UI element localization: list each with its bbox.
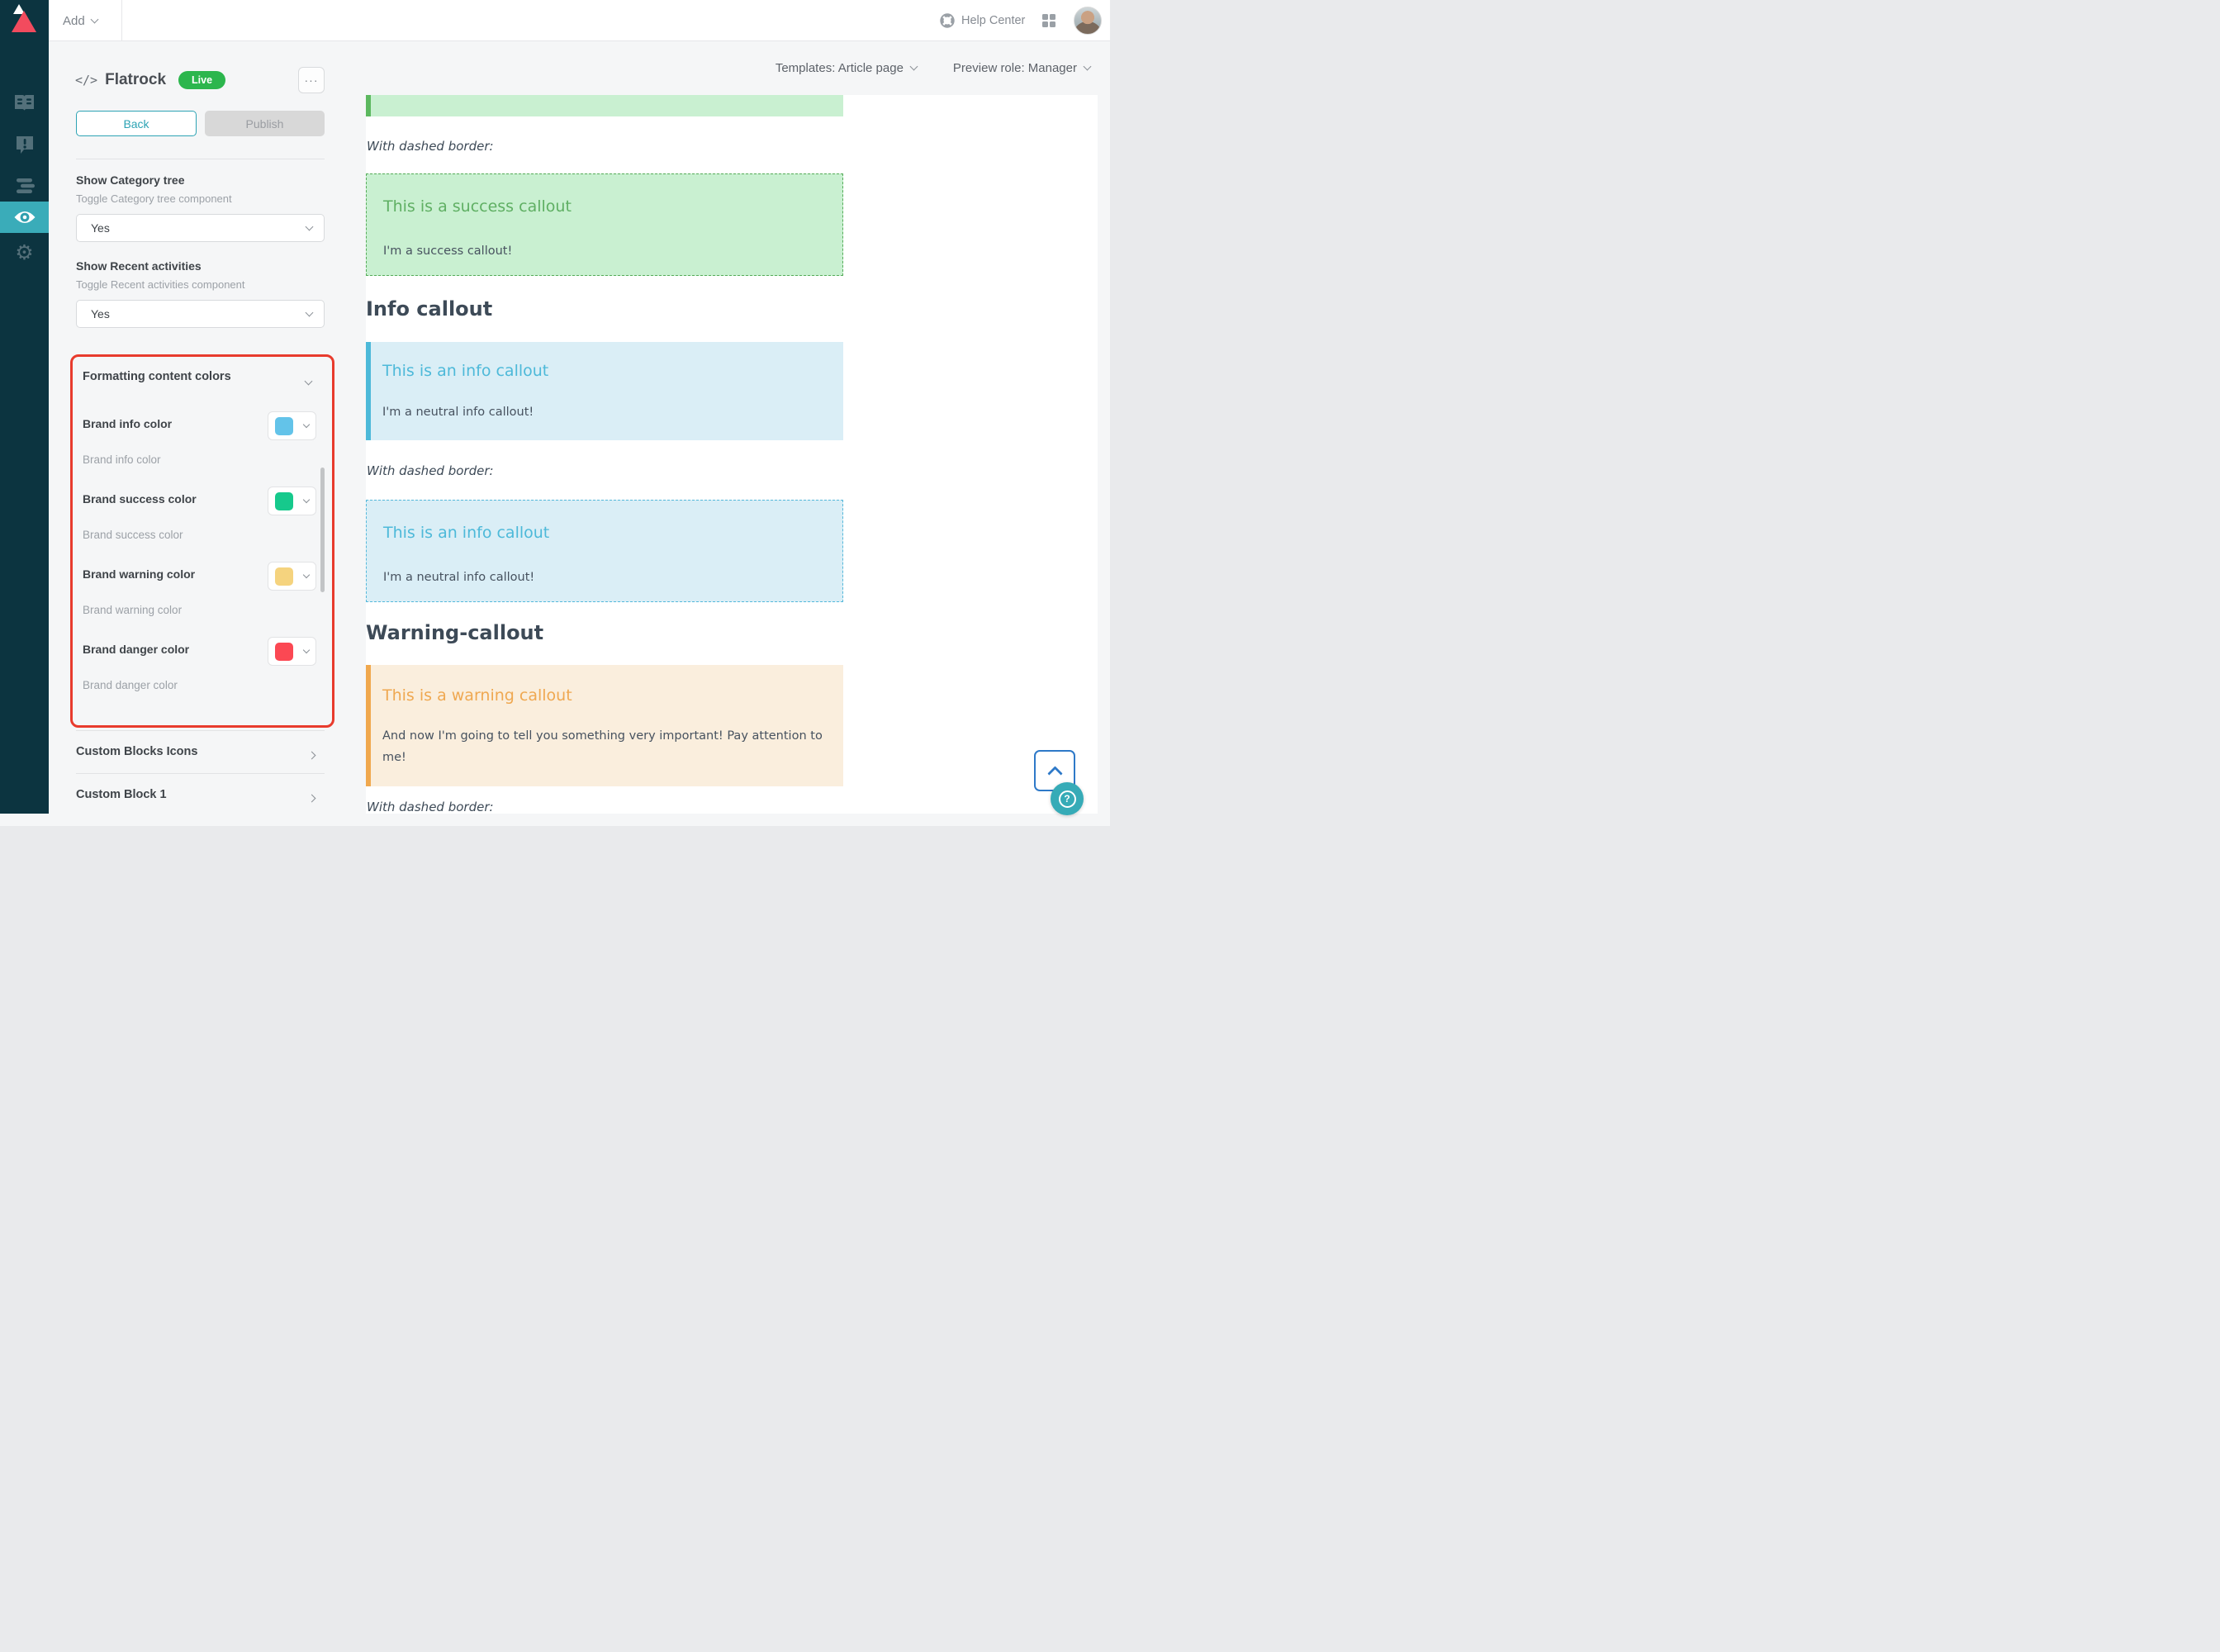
chevron-up-icon bbox=[1047, 766, 1062, 781]
chevron-down-icon bbox=[306, 309, 314, 317]
field-desc: Toggle Category tree component bbox=[76, 192, 232, 205]
dashed-border-note: With dashed border: bbox=[367, 463, 494, 478]
chevron-right-icon[interactable] bbox=[309, 748, 315, 762]
code-icon: </> bbox=[75, 73, 97, 88]
topbar-divider bbox=[121, 0, 122, 41]
status-badge: Live bbox=[178, 71, 225, 89]
callout-title: This is a warning callout bbox=[382, 686, 572, 705]
warning-callout-heading: Warning-callout bbox=[366, 621, 543, 644]
info-callout-dashed: This is an info callout I'm a neutral in… bbox=[366, 500, 843, 602]
publish-button[interactable]: Publish bbox=[205, 111, 325, 136]
callout-left-bar bbox=[366, 342, 371, 440]
theme-editor-app: Add Help Center bbox=[0, 0, 1110, 826]
dashed-border-note: With dashed border: bbox=[367, 139, 494, 154]
templates-dropdown[interactable]: Templates: Article page bbox=[776, 61, 917, 75]
callout-body: I'm a neutral info callout! bbox=[382, 402, 534, 424]
field-label: Show Recent activities bbox=[76, 259, 202, 273]
gear-icon: ⚙ bbox=[15, 242, 33, 263]
sidebar-item-preview-active[interactable] bbox=[0, 202, 49, 233]
side-rail: ⚙ bbox=[0, 41, 49, 826]
ellipsis-icon: ··· bbox=[305, 74, 319, 87]
chevron-down-icon bbox=[1084, 63, 1092, 71]
callout-title: This is an info callout bbox=[383, 524, 549, 542]
theme-preview-frame: With dashed border: This is a success ca… bbox=[366, 95, 1098, 814]
sidebar-item-settings[interactable]: ⚙ bbox=[0, 236, 49, 268]
callout-body: I'm a success callout! bbox=[383, 241, 512, 263]
question-mark-icon: ? bbox=[1059, 790, 1076, 808]
success-callout-partial bbox=[366, 95, 843, 116]
chevron-down-icon bbox=[90, 16, 98, 24]
theme-name: Flatrock bbox=[105, 71, 166, 89]
more-options-button[interactable]: ··· bbox=[298, 67, 325, 93]
viewport-bottom-strip bbox=[0, 814, 1110, 826]
callout-left-bar bbox=[366, 95, 371, 116]
info-callout: This is an info callout I'm a neutral in… bbox=[366, 342, 843, 440]
logo-triangle bbox=[12, 11, 36, 32]
custom-block-1-link[interactable]: Custom Block 1 bbox=[76, 788, 167, 801]
sidebar-item-feedback[interactable] bbox=[0, 129, 49, 160]
category-tree-select[interactable]: Yes bbox=[76, 214, 325, 242]
add-menu[interactable]: Add bbox=[63, 0, 97, 41]
user-avatar[interactable] bbox=[1074, 7, 1102, 35]
apps-grid-icon[interactable] bbox=[1042, 14, 1055, 27]
success-callout-dashed: This is a success callout I'm a success … bbox=[366, 173, 843, 276]
chevron-down-icon bbox=[306, 223, 314, 231]
divider bbox=[76, 773, 325, 774]
add-menu-label: Add bbox=[63, 14, 85, 28]
dashed-border-note: With dashed border: bbox=[367, 800, 494, 814]
sidebar-item-categories[interactable] bbox=[0, 170, 49, 202]
back-button[interactable]: Back bbox=[76, 111, 197, 136]
field-label: Show Category tree bbox=[76, 173, 184, 187]
category-list-icon bbox=[14, 177, 36, 195]
help-fab-button[interactable]: ? bbox=[1051, 782, 1084, 815]
sidebar-item-documentation[interactable] bbox=[0, 88, 49, 119]
field-desc: Toggle Recent activities component bbox=[76, 278, 245, 291]
custom-blocks-icons-link[interactable]: Custom Blocks Icons bbox=[76, 745, 197, 758]
lifebuoy-icon bbox=[940, 13, 955, 28]
preview-role-dropdown[interactable]: Preview role: Manager bbox=[953, 61, 1090, 75]
help-center-label: Help Center bbox=[961, 14, 1025, 27]
warning-callout: This is a warning callout And now I'm go… bbox=[366, 665, 843, 786]
callout-body: And now I'm going to tell you something … bbox=[382, 726, 838, 768]
feedback-bubble-icon bbox=[15, 135, 35, 154]
preview-toolbar: Templates: Article page Preview role: Ma… bbox=[366, 41, 1090, 94]
theme-header: </> Flatrock Live bbox=[75, 66, 225, 94]
callout-left-bar bbox=[366, 665, 371, 786]
help-center-link[interactable]: Help Center bbox=[940, 0, 1025, 41]
divider bbox=[76, 730, 325, 731]
info-callout-heading: Info callout bbox=[366, 297, 492, 320]
highlight-outline bbox=[70, 354, 334, 728]
chevron-right-icon[interactable] bbox=[309, 790, 315, 805]
callout-title: This is an info callout bbox=[382, 362, 548, 380]
callout-title: This is a success callout bbox=[383, 197, 572, 216]
chevron-down-icon bbox=[909, 63, 918, 71]
app-logo[interactable] bbox=[0, 0, 49, 41]
callout-body: I'm a neutral info callout! bbox=[383, 567, 534, 589]
book-icon bbox=[13, 93, 36, 113]
top-bar: Add Help Center bbox=[0, 0, 1110, 41]
eye-icon bbox=[13, 210, 36, 225]
recent-activities-select[interactable]: Yes bbox=[76, 300, 325, 328]
